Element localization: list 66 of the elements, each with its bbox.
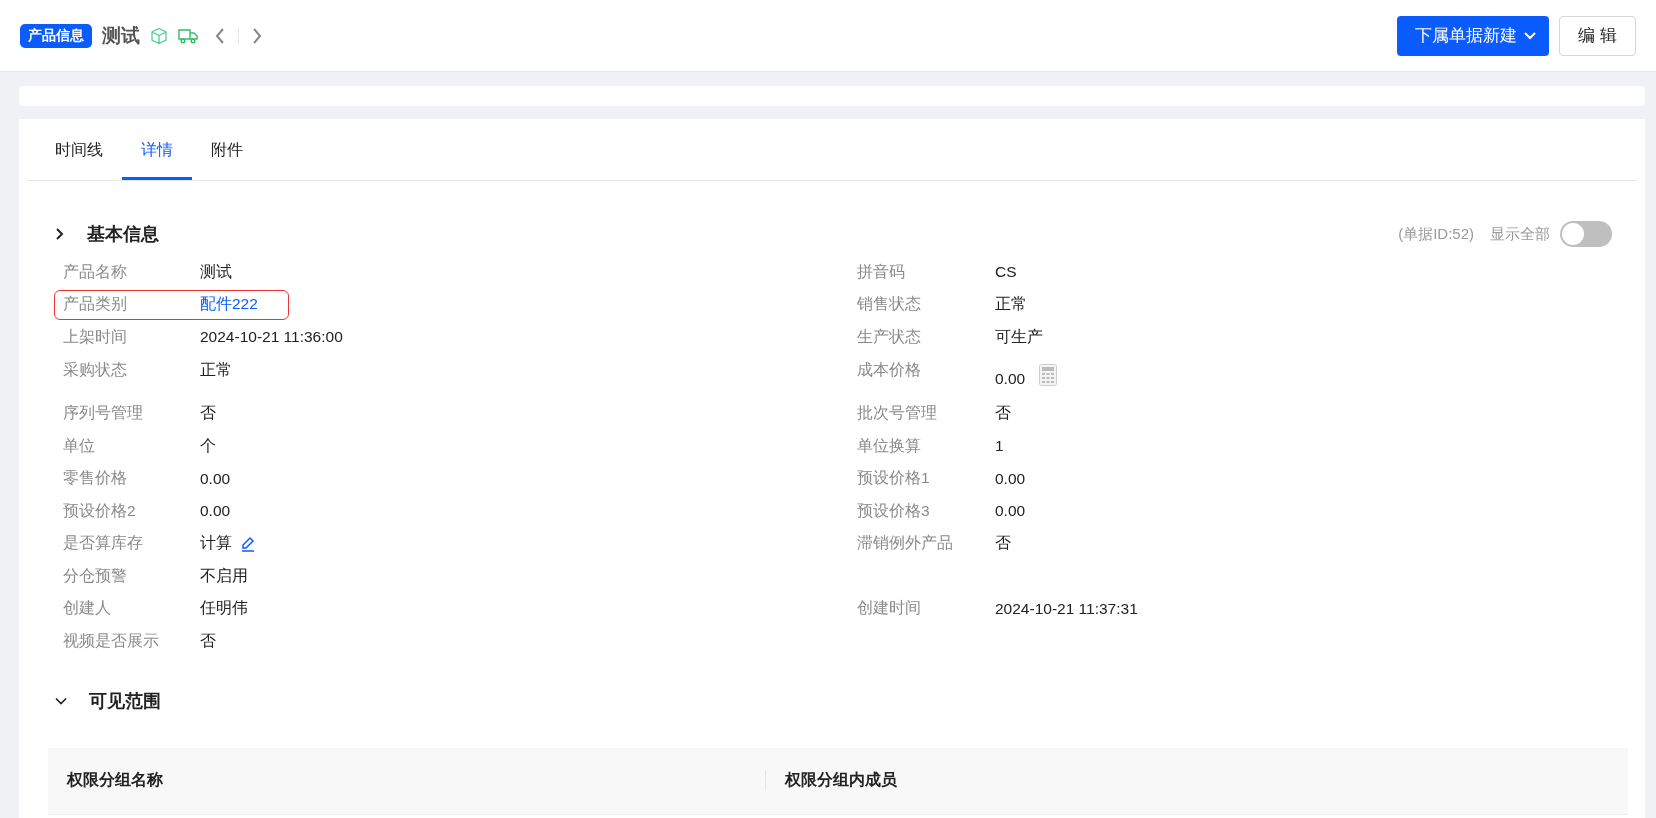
show-all-label: 显示全部 [1490,224,1550,244]
field-value: 个 [200,435,216,456]
section-title: 可见范围 [89,689,161,713]
field-value: 否 [995,533,1011,554]
caret-icon [1523,30,1538,41]
field-value: 0.00 [200,502,231,521]
field-value: 测试 [200,261,232,282]
next-icon[interactable] [251,26,263,45]
tab[interactable]: 详情 [122,119,192,180]
field-value: 不启用 [200,565,248,586]
edit-button[interactable]: 编 辑 [1559,15,1636,56]
field-value: 2024-10-21 11:36:00 [200,328,343,347]
field-value: 否 [200,630,216,651]
field-label: 单位 [63,435,96,456]
edit-pencil-icon[interactable] [240,535,256,552]
field-label: 序列号管理 [63,403,144,424]
field-label: 产品类别 [63,294,128,315]
section-title: 基本信息 [87,223,159,246]
cube-icon[interactable] [150,26,168,45]
truck-icon[interactable] [178,27,198,44]
field-label: 创建时间 [857,598,921,619]
show-all-toggle[interactable] [1560,221,1612,247]
field-label: 视频是否展示 [63,630,160,651]
field-value: 计算 [200,533,232,554]
document-id: (单据ID:52) [1398,224,1474,244]
field-value: 否 [995,403,1011,424]
field-label: 是否算库存 [63,533,144,554]
field-value: 2024-10-21 11:37:31 [995,599,1138,618]
collapse-chevron-icon[interactable] [53,228,65,240]
field-label: 销售状态 [857,294,921,315]
column-header: 权限分组内成员 [765,770,1628,791]
previous-icon[interactable] [214,26,226,45]
field-label: 零售价格 [63,468,128,489]
field-value: 0.00 [200,469,231,488]
new-subdocument-button[interactable]: 下属单据新建 [1397,15,1550,56]
field-label: 产品名称 [63,261,128,282]
field-value: 否 [200,403,216,424]
field-label: 成本价格 [857,359,921,380]
field-label: 批次号管理 [857,403,937,424]
field-label: 预设价格2 [63,500,137,521]
field-value: 0.00 [995,369,1026,388]
record-title: 测试 [102,23,140,48]
field-label: 创建人 [63,598,112,619]
field-label: 采购状态 [63,359,128,380]
field-value: 0.00 [995,469,1026,488]
field-label: 预设价格3 [857,500,930,521]
page-type-badge: 产品信息 [20,23,92,48]
category-link[interactable]: 配件222 [200,294,258,316]
field-value: 任明伟 [200,598,248,619]
tab[interactable]: 时间线 [36,119,122,180]
field-value: 正常 [200,359,232,380]
field-label: 生产状态 [857,326,921,347]
field-label: 上架时间 [63,326,128,347]
field-label: 分仓预警 [63,565,128,586]
field-label: 预设价格1 [857,468,930,489]
field-value: CS [995,263,1017,282]
field-label: 单位换算 [857,435,921,456]
calculator-icon[interactable] [1039,363,1058,386]
field-value: 0.00 [995,502,1026,521]
field-value: 可生产 [995,326,1043,347]
field-value: 1 [995,437,1004,456]
field-value: 正常 [995,294,1027,315]
field-label: 滞销例外产品 [857,533,953,554]
tab[interactable]: 附件 [192,119,262,180]
column-header: 权限分组名称 [65,770,164,790]
field-label: 拼音码 [857,261,905,282]
